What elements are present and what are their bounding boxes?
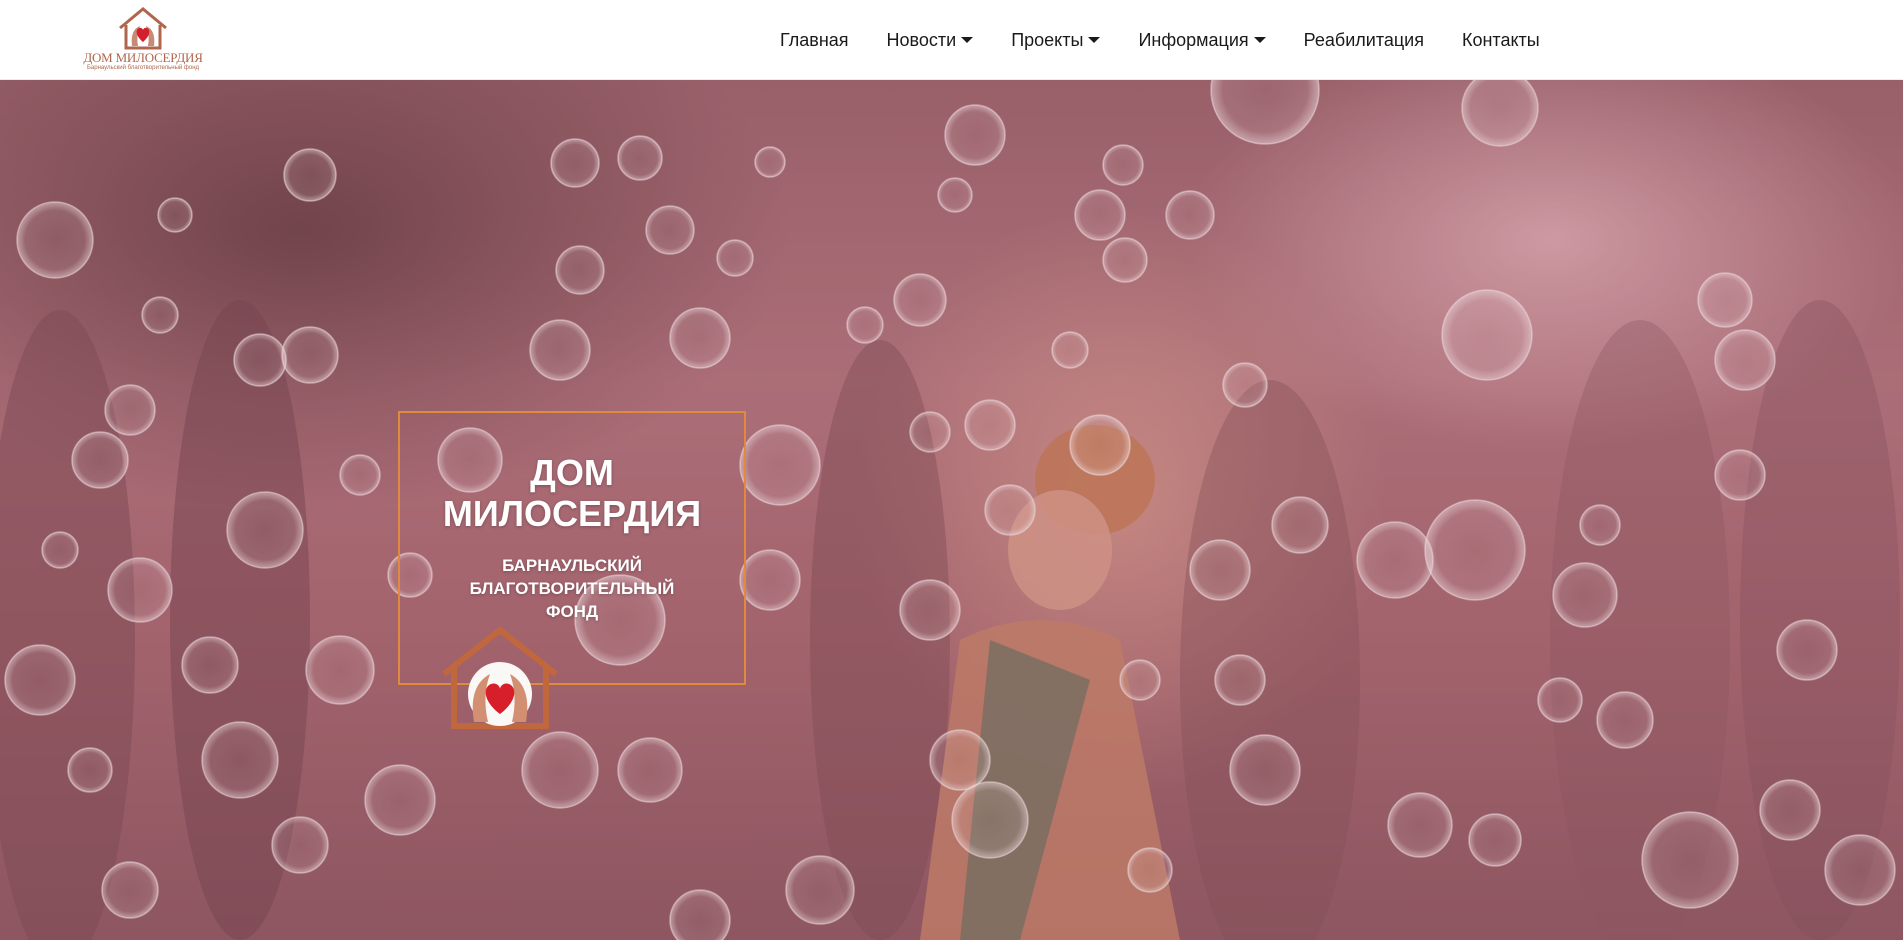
house-heart-icon — [119, 7, 167, 50]
nav-item-home[interactable]: Главная — [780, 30, 849, 51]
hero-subtitle-line: БАРНАУЛЬСКИЙ — [502, 556, 642, 575]
hero-banner: ДОМ МИЛОСЕРДИЯ БАРНАУЛЬСКИЙ БЛАГОТВОРИТЕ… — [0, 80, 1903, 940]
site-logo[interactable]: ДОМ МИЛОСЕРДИЯ Барнаульский благотворите… — [78, 6, 208, 74]
hero-title-line: ДОМ — [530, 452, 614, 493]
nav-item-label: Реабилитация — [1303, 29, 1424, 50]
nav-item-label: Контакты — [1461, 29, 1540, 50]
caret-down-icon — [1253, 37, 1266, 43]
nav-item-label: Главная — [780, 29, 849, 50]
hero-title: ДОМ МИЛОСЕРДИЯ — [398, 452, 746, 534]
caret-down-icon — [961, 37, 974, 43]
hero-subtitle: БАРНАУЛЬСКИЙ БЛАГОТВОРИТЕЛЬНЫЙ ФОНД — [450, 554, 694, 623]
logo-title: ДОМ МИЛОСЕРДИЯ — [83, 50, 203, 65]
caret-down-icon — [1088, 37, 1101, 43]
hero-background-image — [0, 80, 1903, 940]
nav-item-projects[interactable]: Проекты — [1011, 29, 1101, 51]
main-nav: Главная Новости Проекты Информация Реаби… — [780, 28, 1540, 52]
house-hands-heart-icon — [442, 627, 558, 729]
site-header: ДОМ МИЛОСЕРДИЯ Барнаульский благотворите… — [0, 0, 1903, 80]
hero-title-line: МИЛОСЕРДИЯ — [442, 493, 702, 534]
hero-subtitle-line: ФОНД — [545, 602, 599, 621]
nav-item-rehabilitation[interactable]: Реабилитация — [1304, 30, 1424, 51]
nav-item-label: Новости — [886, 29, 957, 50]
nav-item-label: Информация — [1138, 29, 1249, 50]
nav-item-contacts[interactable]: Контакты — [1462, 30, 1540, 51]
nav-item-information[interactable]: Информация — [1138, 29, 1266, 51]
nav-item-news[interactable]: Новости — [887, 30, 974, 51]
hero-subtitle-line: БЛАГОТВОРИТЕЛЬНЫЙ — [469, 579, 675, 598]
nav-item-label: Проекты — [1011, 29, 1084, 50]
logo-subtitle: Барнаульский благотворительный фонд — [86, 65, 200, 71]
